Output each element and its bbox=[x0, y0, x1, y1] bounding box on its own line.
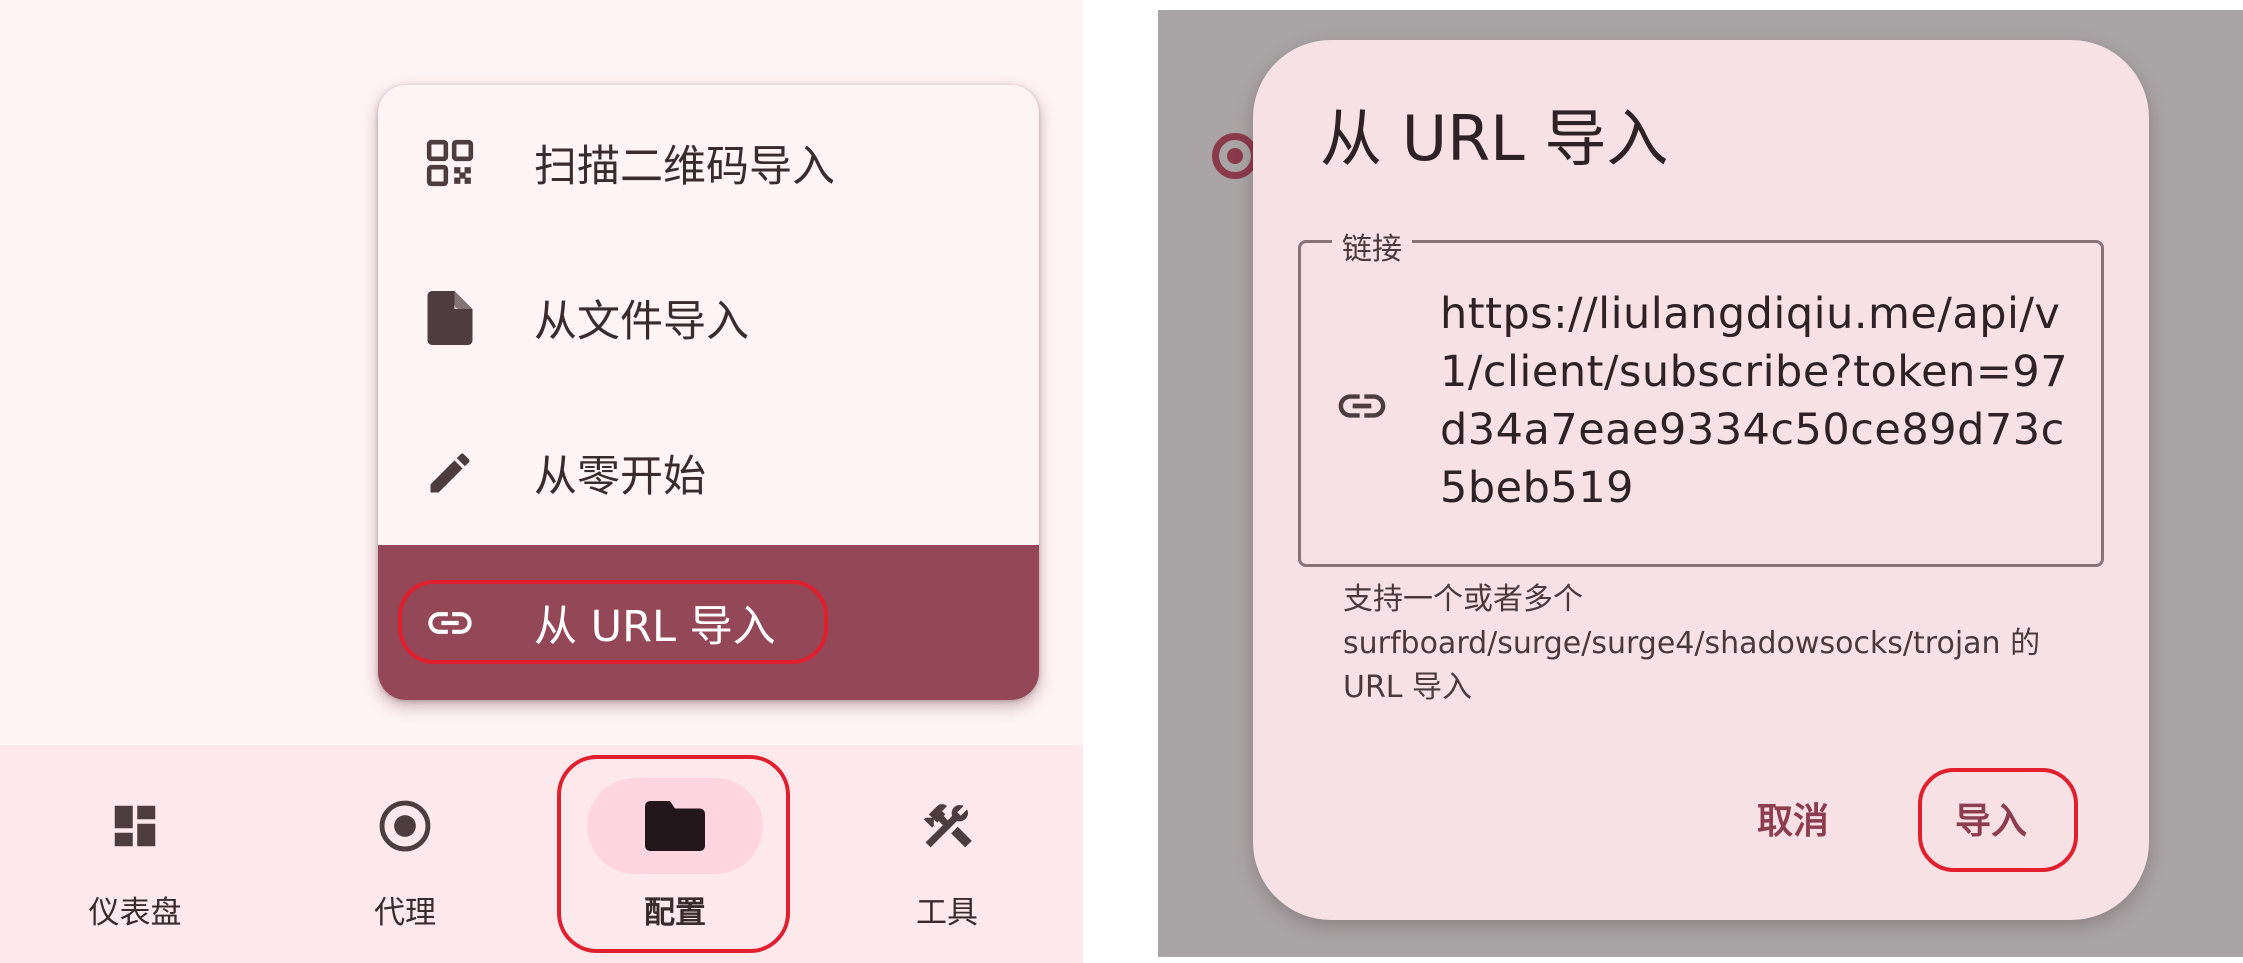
left-panel: 扫描二维码导入 从文件导入 从零开始 从 URL 导入 仪表盘 代理 配置 工具 bbox=[0, 0, 1083, 963]
url-input-label: 链接 bbox=[1332, 224, 1412, 268]
nav-item-tools[interactable]: 工具 bbox=[812, 745, 1082, 963]
cancel-button[interactable]: 取消 bbox=[1757, 792, 1829, 844]
qr-code-icon bbox=[424, 137, 476, 189]
background-radio-icon bbox=[1212, 133, 1258, 179]
menu-item-from-file[interactable]: 从文件导入 bbox=[378, 240, 1039, 395]
nav-label: 工具 bbox=[916, 895, 978, 931]
link-icon bbox=[1334, 378, 1390, 434]
dashboard-icon bbox=[104, 795, 166, 857]
highlight-box-import-button bbox=[1918, 768, 2078, 872]
menu-item-label: 扫描二维码导入 bbox=[534, 141, 835, 192]
nav-label: 仪表盘 bbox=[88, 895, 182, 931]
nav-label: 代理 bbox=[374, 895, 436, 931]
nav-item-proxy[interactable]: 代理 bbox=[270, 745, 540, 963]
helper-text: 支持一个或者多个 surfboard/surge/surge4/shadowso… bbox=[1343, 582, 2041, 705]
menu-item-label: 从文件导入 bbox=[534, 296, 749, 347]
dialog-title: 从 URL 导入 bbox=[1320, 102, 1669, 175]
file-icon bbox=[424, 290, 476, 345]
menu-item-label: 从零开始 bbox=[534, 451, 706, 502]
menu-item-scan-qr[interactable]: 扫描二维码导入 bbox=[378, 85, 1039, 240]
highlight-box-profiles bbox=[557, 755, 790, 953]
tools-icon bbox=[916, 795, 978, 857]
highlight-box-url-item bbox=[398, 580, 828, 664]
nav-item-dashboard[interactable]: 仪表盘 bbox=[0, 745, 270, 963]
menu-item-from-scratch[interactable]: 从零开始 bbox=[378, 395, 1039, 550]
radio-target-icon bbox=[374, 795, 436, 857]
url-input-value[interactable]: https://liulangdiqiu.me/api/v1/client/su… bbox=[1440, 285, 2080, 517]
pencil-icon bbox=[424, 447, 476, 499]
bottom-navigation: 仪表盘 代理 配置 工具 bbox=[0, 745, 1083, 963]
